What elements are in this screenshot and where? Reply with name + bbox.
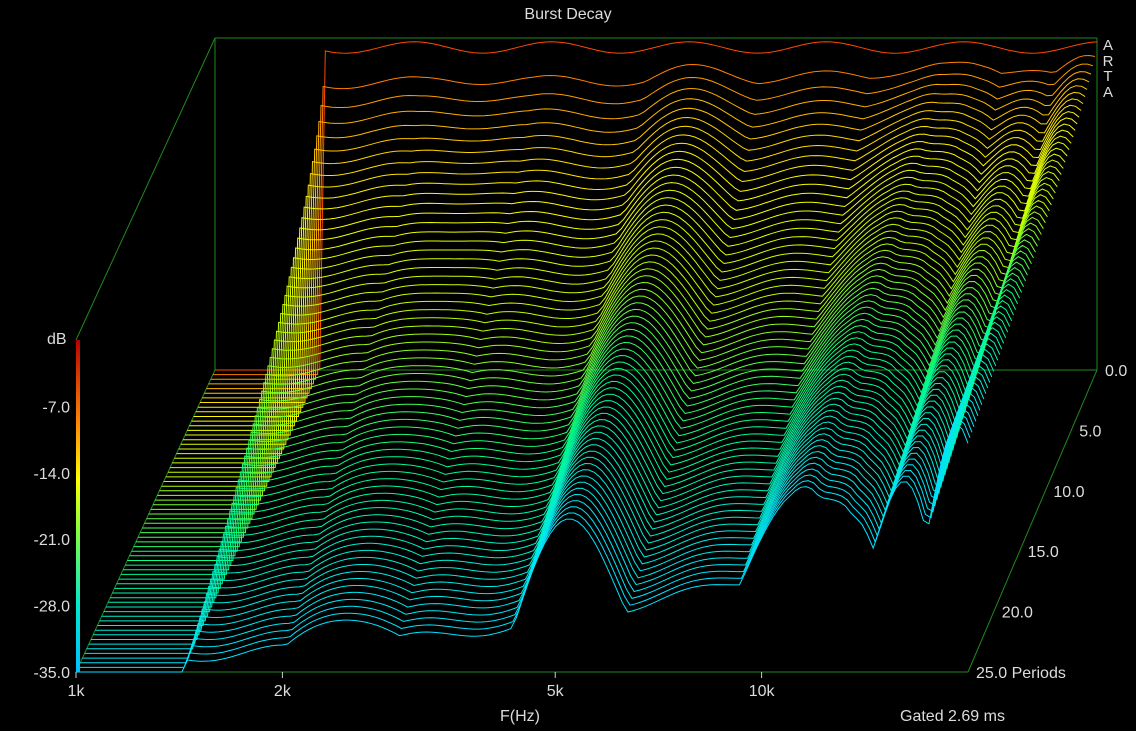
depth-tick-label: 0.0 (1105, 363, 1127, 380)
z-tick-label: -35.0 (34, 665, 71, 682)
x-tick-label: 2k (274, 683, 292, 700)
frame-edge (75, 37, 216, 341)
depth-tick-label: 25.0 Periods (976, 665, 1066, 682)
z-tick-label: -7.0 (42, 399, 70, 416)
decay-slice (204, 85, 1088, 394)
decay-slice (91, 386, 983, 640)
chart-title: Burst Decay (524, 6, 612, 23)
depth-tick-label: 15.0 (1028, 544, 1059, 561)
colorbar (76, 340, 80, 672)
depth-tick-label: 5.0 (1079, 423, 1101, 440)
decay-slice (206, 78, 1090, 390)
frame-edge (75, 369, 216, 673)
z-tick-label: -28.0 (34, 599, 71, 616)
x-tick-label: 5k (547, 683, 565, 700)
waterfall-plot: 1k 2k 5k 10k -7.0 -14.0 -21.0 -28.0 -35.0 0.0 5.0 1… (34, 37, 1127, 700)
frame-edge (967, 369, 1098, 673)
decay-slice (95, 375, 987, 631)
decay-slice (78, 418, 971, 668)
gating-note: Gated 2.69 ms (900, 708, 1005, 725)
x-tick-label: 1k (68, 683, 86, 700)
brand-logo-text: ARTA (1102, 37, 1114, 101)
decay-slice (97, 370, 989, 626)
depth-tick-label: 10.0 (1053, 484, 1084, 501)
z-tick-label: -14.0 (34, 466, 71, 483)
x-axis-label: F(Hz) (500, 708, 540, 725)
z-axis-unit-label: dB (47, 331, 67, 348)
z-tick-label: -21.0 (34, 532, 71, 549)
decay-slices (76, 41, 1098, 673)
depth-tick-label: 20.0 (1002, 605, 1033, 622)
x-tick-label: 10k (749, 683, 776, 700)
